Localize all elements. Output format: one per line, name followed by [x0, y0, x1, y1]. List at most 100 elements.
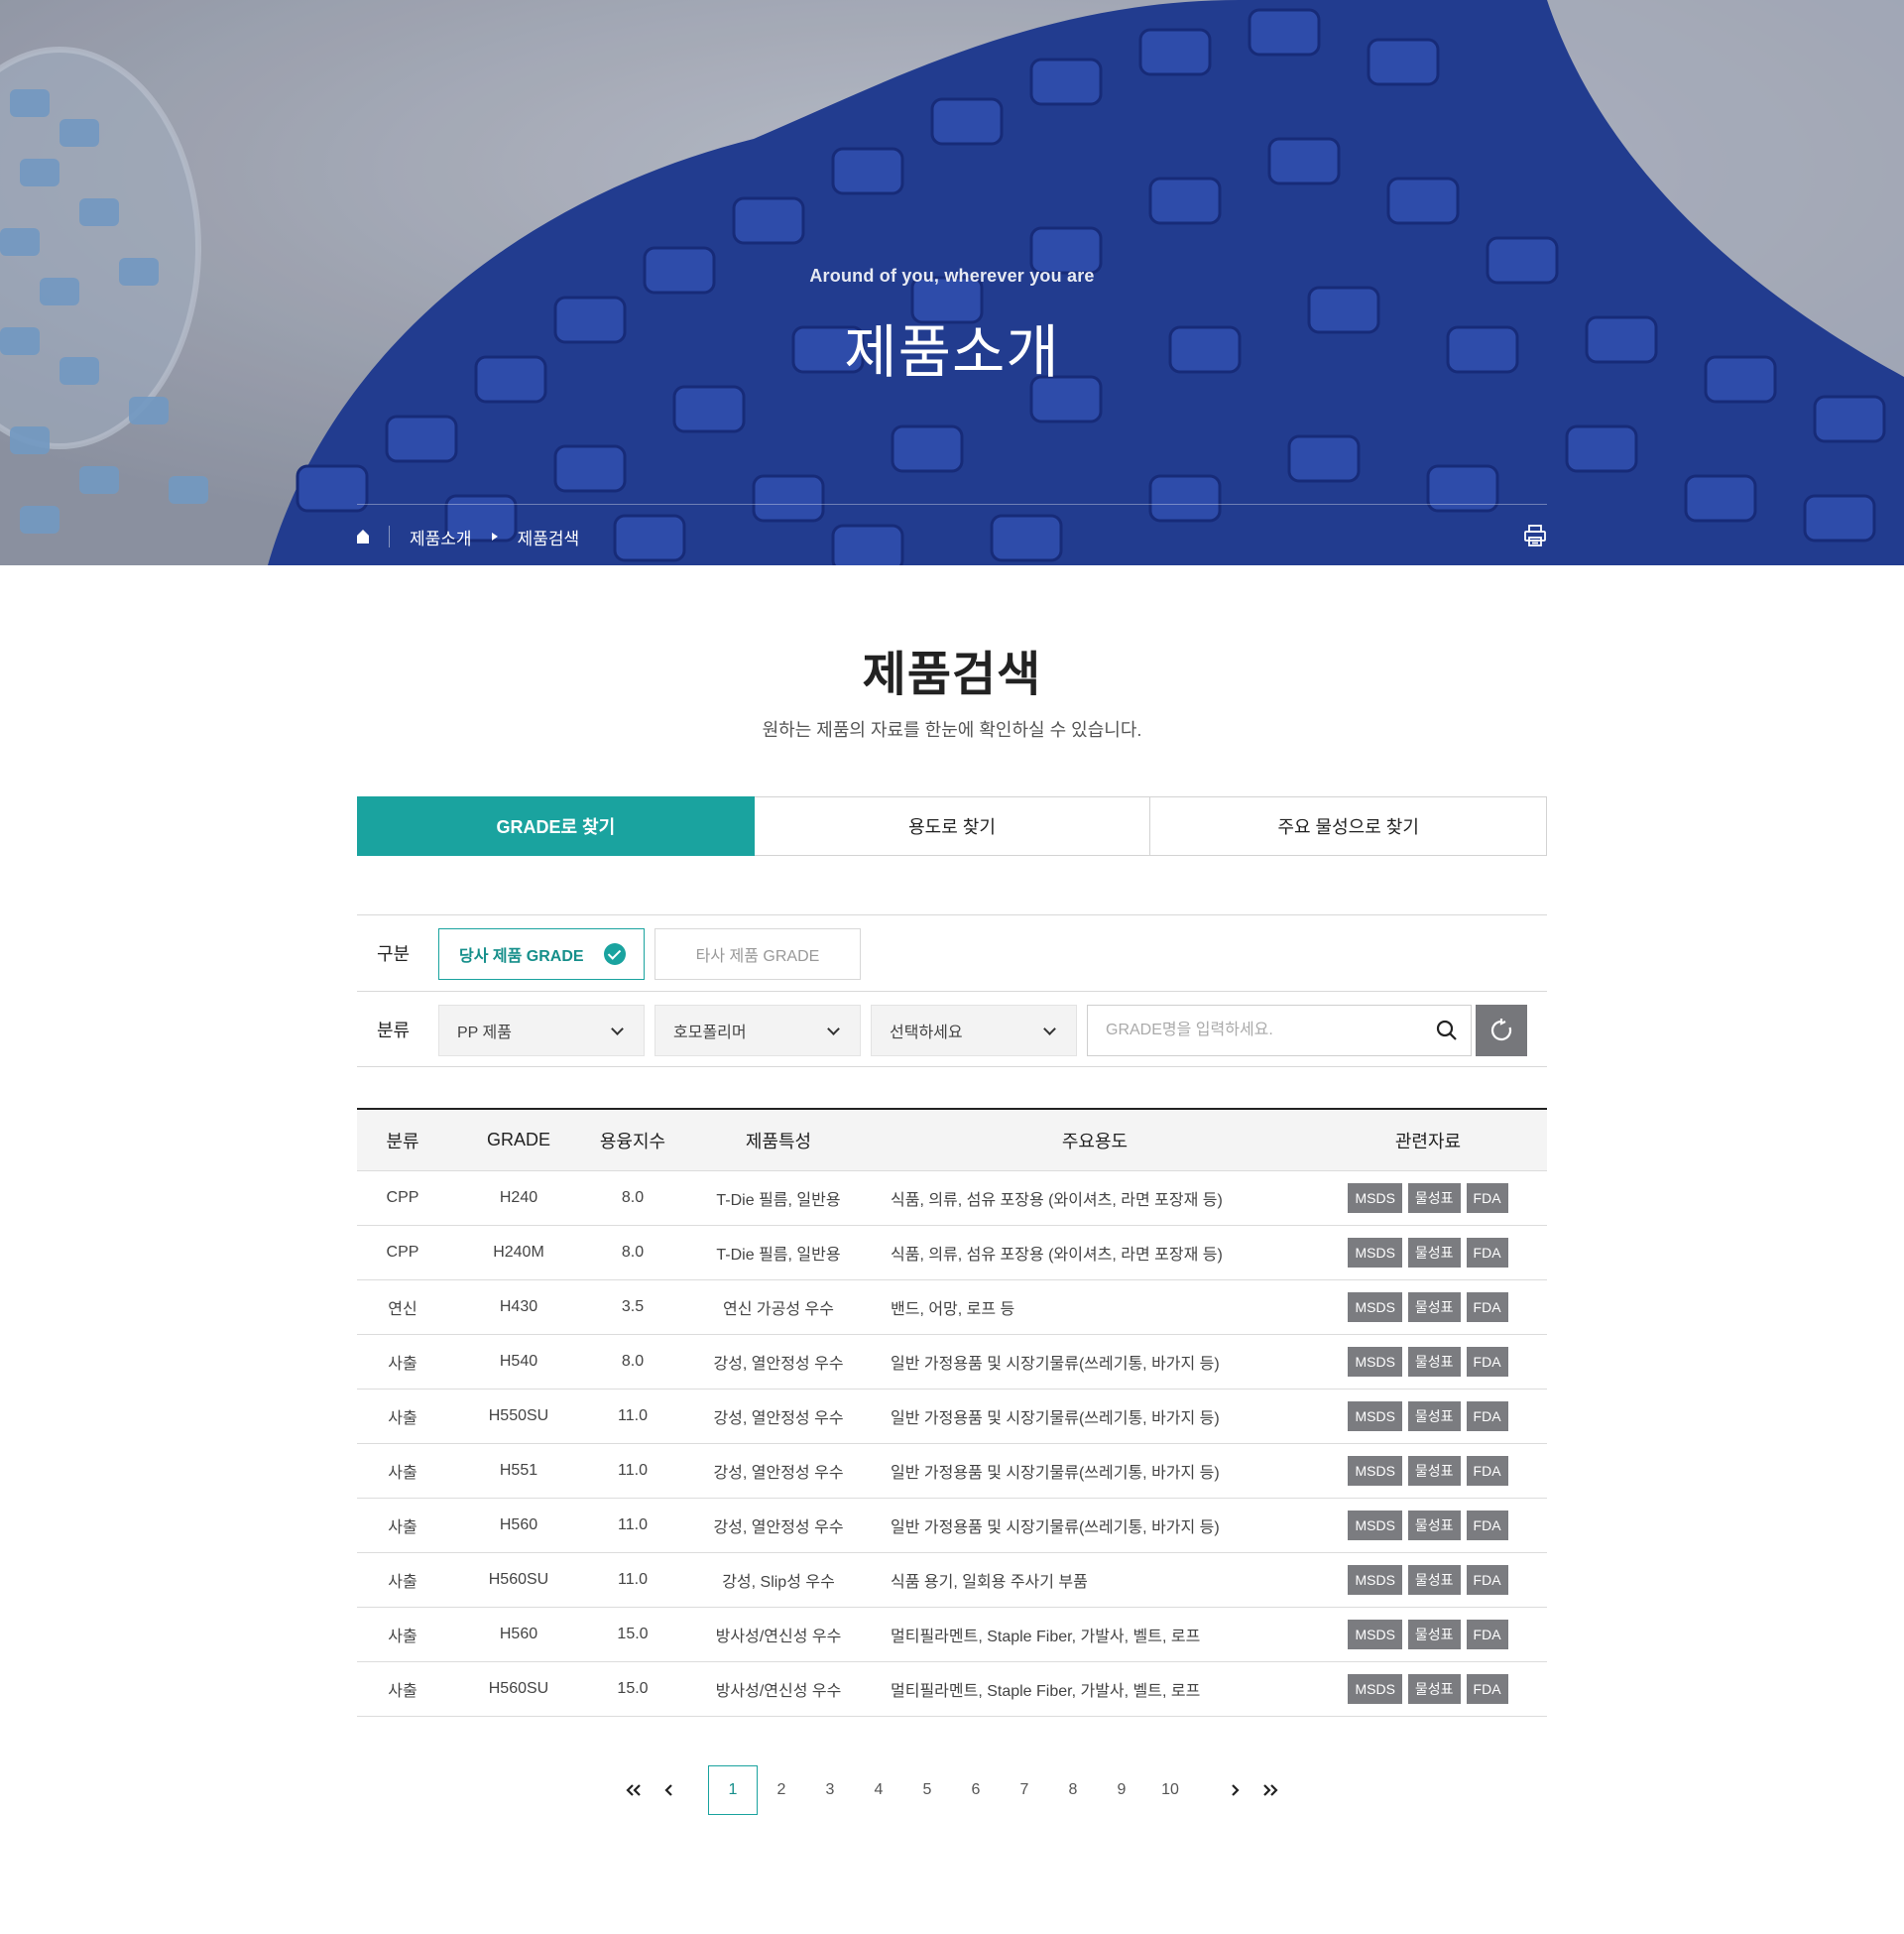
table-row: 사출 H540 8.0 강성, 열안정성 우수 일반 가정용품 및 시장기물류(쓰레기통… [357, 1335, 1547, 1390]
grade-search-input[interactable] [1088, 1006, 1415, 1055]
row-category: 연신 [388, 1301, 417, 1318]
tab-usage[interactable]: 용도로 찾기 [754, 796, 1151, 856]
row-usage: 밴드, 어망, 로프 등 [891, 1301, 1015, 1318]
filter-label-category: 분류 [377, 1020, 411, 1040]
row-usage: 일반 가정용품 및 시장기물류(쓰레기통, 바가지 등) [891, 1519, 1220, 1536]
tab-grade[interactable]: GRADE로 찾기 [357, 796, 755, 856]
msds-button[interactable]: MSDS [1348, 1620, 1402, 1649]
product-type-value: PP 제품 [457, 1025, 512, 1041]
row-grade: H560 [499, 1516, 538, 1533]
row-documents: MSDS 물성표 FDA [1309, 1553, 1547, 1607]
page-7-button[interactable]: 7 [1000, 1765, 1049, 1815]
spec-sheet-button[interactable]: 물성표 [1407, 1674, 1461, 1704]
fda-button[interactable]: FDA [1466, 1456, 1508, 1486]
row-melt-index: 15.0 [617, 1680, 649, 1697]
msds-button[interactable]: MSDS [1348, 1183, 1402, 1213]
msds-button[interactable]: MSDS [1348, 1401, 1402, 1431]
row-melt-index: 8.0 [621, 1244, 645, 1261]
header-category: 분류 [386, 1131, 419, 1151]
row-usage: 식품, 의류, 섬유 포장용 (와이셔츠, 라면 포장재 등) [891, 1247, 1223, 1264]
other-grade-button[interactable]: 타사 제품 GRADE [654, 928, 861, 980]
page-8-button[interactable]: 8 [1048, 1765, 1098, 1815]
row-grade: H240M [493, 1244, 544, 1261]
tab-properties[interactable]: 주요 물성으로 찾기 [1150, 796, 1548, 856]
spec-sheet-button[interactable]: 물성표 [1407, 1292, 1461, 1322]
page-6-button[interactable]: 6 [951, 1765, 1001, 1815]
document-buttons: MSDS 물성표 FDA [1348, 1456, 1508, 1486]
reset-button[interactable] [1476, 1005, 1527, 1056]
fda-button[interactable]: FDA [1466, 1183, 1508, 1213]
row-usage: 일반 가정용품 및 시장기물류(쓰레기통, 바가지 등) [891, 1465, 1220, 1482]
fda-button[interactable]: FDA [1466, 1292, 1508, 1322]
msds-button[interactable]: MSDS [1348, 1565, 1402, 1595]
spec-sheet-button[interactable]: 물성표 [1407, 1347, 1461, 1377]
own-grade-label: 당사 제품 GRADE [459, 948, 584, 965]
page-10-button[interactable]: 10 [1145, 1765, 1195, 1815]
pagination: 1 2 3 4 5 6 7 8 9 10 [0, 1765, 1904, 1815]
row-grade: H540 [499, 1353, 538, 1370]
msds-button[interactable]: MSDS [1348, 1511, 1402, 1540]
msds-button[interactable]: MSDS [1348, 1238, 1402, 1268]
fda-button[interactable]: FDA [1466, 1620, 1508, 1649]
own-grade-button[interactable]: 당사 제품 GRADE [438, 928, 645, 980]
usage-select[interactable]: 선택하세요 [871, 1005, 1077, 1056]
spec-sheet-button[interactable]: 물성표 [1407, 1511, 1461, 1540]
breadcrumb-separator [389, 526, 390, 547]
last-page-button[interactable] [1246, 1765, 1295, 1815]
fda-button[interactable]: FDA [1466, 1401, 1508, 1431]
row-documents: MSDS 물성표 FDA [1309, 1390, 1547, 1443]
page-1-button[interactable]: 1 [708, 1765, 758, 1815]
table-row: CPP H240 8.0 T-Die 필름, 일반용 식품, 의류, 섬유 포장용 (와… [357, 1171, 1547, 1226]
fda-button[interactable]: FDA [1466, 1347, 1508, 1377]
document-buttons: MSDS 물성표 FDA [1348, 1292, 1508, 1322]
row-grade: H560SU [488, 1571, 549, 1588]
page-3-button[interactable]: 3 [805, 1765, 855, 1815]
spec-sheet-button[interactable]: 물성표 [1407, 1565, 1461, 1595]
breadcrumb: 제품소개 제품검색 [357, 524, 579, 549]
spec-sheet-button[interactable]: 물성표 [1407, 1620, 1461, 1649]
hero-subtitle: Around of you, wherever you are [809, 266, 1095, 286]
row-melt-index: 11.0 [618, 1407, 648, 1424]
document-buttons: MSDS 물성표 FDA [1348, 1620, 1508, 1649]
row-grade: H551 [499, 1462, 538, 1479]
msds-button[interactable]: MSDS [1348, 1292, 1402, 1322]
table-row: 사출 H560SU 11.0 강성, Slip성 우수 식품 용기, 일회용 주사기 부… [357, 1553, 1547, 1608]
prev-page-button[interactable] [645, 1765, 694, 1815]
msds-button[interactable]: MSDS [1348, 1347, 1402, 1377]
row-category: CPP [386, 1244, 419, 1261]
breadcrumb-item-search[interactable]: 제품검색 [518, 525, 580, 549]
spec-sheet-button[interactable]: 물성표 [1407, 1401, 1461, 1431]
document-buttons: MSDS 물성표 FDA [1348, 1183, 1508, 1213]
spec-sheet-button[interactable]: 물성표 [1407, 1238, 1461, 1268]
search-tabs: GRADE로 찾기 용도로 찾기 주요 물성으로 찾기 [357, 796, 1548, 856]
document-buttons: MSDS 물성표 FDA [1348, 1401, 1508, 1431]
msds-button[interactable]: MSDS [1348, 1456, 1402, 1486]
fda-button[interactable]: FDA [1466, 1565, 1508, 1595]
page-9-button[interactable]: 9 [1097, 1765, 1146, 1815]
page-4-button[interactable]: 4 [854, 1765, 903, 1815]
home-icon[interactable] [357, 529, 369, 544]
page-description: 원하는 제품의 자료를 한눈에 확인하실 수 있습니다. [762, 720, 1142, 740]
row-category: 사출 [388, 1683, 417, 1700]
fda-button[interactable]: FDA [1466, 1674, 1508, 1704]
usage-select-value: 선택하세요 [890, 1025, 963, 1041]
row-category: 사출 [388, 1356, 417, 1373]
product-type-select[interactable]: PP 제품 [438, 1005, 645, 1056]
page-2-button[interactable]: 2 [757, 1765, 806, 1815]
printer-icon[interactable] [1523, 524, 1547, 547]
row-melt-index: 3.5 [621, 1298, 645, 1315]
row-usage: 식품, 의류, 섬유 포장용 (와이셔츠, 라면 포장재 등) [891, 1192, 1223, 1209]
table-row: 연신 H430 3.5 연신 가공성 우수 밴드, 어망, 로프 등 MSDS 물성표 FDA [357, 1280, 1547, 1335]
search-icon[interactable] [1435, 1019, 1459, 1042]
row-features: 강성, 열안정성 우수 [713, 1465, 844, 1482]
page-5-button[interactable]: 5 [902, 1765, 952, 1815]
msds-button[interactable]: MSDS [1348, 1674, 1402, 1704]
spec-sheet-button[interactable]: 물성표 [1407, 1456, 1461, 1486]
spec-sheet-button[interactable]: 물성표 [1407, 1183, 1461, 1213]
breadcrumb-item-products[interactable]: 제품소개 [410, 525, 472, 549]
row-features: 연신 가공성 우수 [723, 1301, 834, 1318]
row-melt-index: 8.0 [621, 1353, 645, 1370]
fda-button[interactable]: FDA [1466, 1238, 1508, 1268]
polymer-type-select[interactable]: 호모폴리머 [654, 1005, 861, 1056]
fda-button[interactable]: FDA [1466, 1511, 1508, 1540]
